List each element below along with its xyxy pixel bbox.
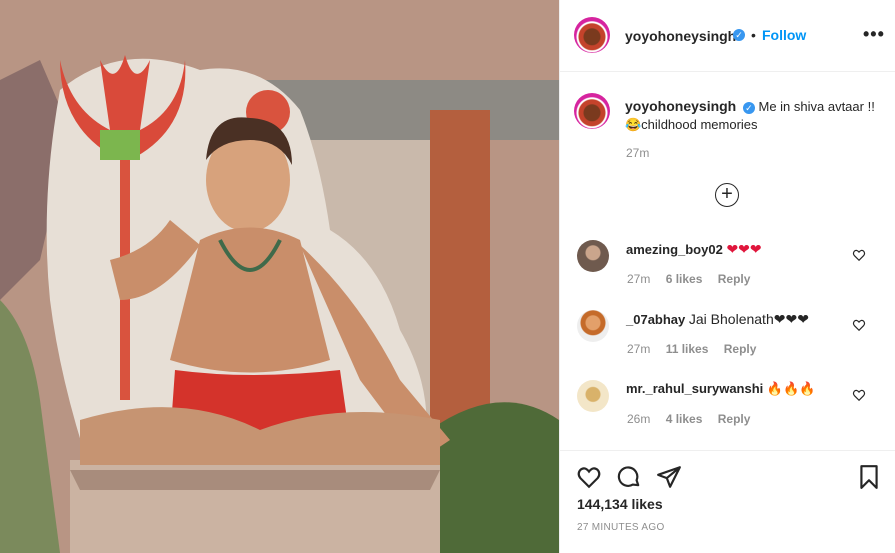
commenter-avatar[interactable] [577, 240, 609, 272]
follow-button[interactable]: Follow [762, 27, 806, 43]
separator-dot: • [751, 27, 756, 43]
comment-item: _07abhay Jai Bholenath❤❤❤ 27m 11 likes R… [560, 310, 895, 370]
caption-username[interactable]: yoyohoneysingh [625, 98, 736, 114]
likes-count[interactable]: 144,134 likes [577, 496, 663, 512]
caption-verified-badge-icon: ✓ [742, 101, 755, 114]
caption-avatar[interactable] [574, 93, 610, 129]
post-sidebar: yoyohoneysingh ✓ • Follow ••• yoyohoneys… [559, 0, 895, 553]
add-circle-icon[interactable]: + [715, 183, 739, 207]
comment-meta: 27m 6 likes Reply [627, 272, 762, 286]
caption-timestamp[interactable]: 27m [626, 146, 649, 160]
comment-time[interactable]: 27m [627, 342, 650, 356]
post-photo[interactable] [0, 0, 559, 553]
comment-time[interactable]: 26m [627, 412, 650, 426]
comment-item: mr._rahul_surywanshi 🔥🔥🔥 26m 4 likes Rep… [560, 380, 895, 440]
author-avatar[interactable] [574, 17, 610, 53]
reply-button[interactable]: Reply [724, 342, 757, 356]
comment-likes[interactable]: 6 likes [666, 272, 703, 286]
commenter-username[interactable]: mr._rahul_surywanshi [626, 381, 763, 396]
post-actions: 144,134 likes 27 MINUTES AGO [560, 450, 895, 553]
comment-meta: 27m 11 likes Reply [627, 342, 768, 356]
comment-icon[interactable] [616, 464, 642, 490]
comment-time[interactable]: 27m [627, 272, 650, 286]
comment-body: ❤❤❤ [726, 241, 762, 257]
comment-likes[interactable]: 4 likes [666, 412, 703, 426]
comment-body: 🔥🔥🔥 [766, 381, 816, 396]
share-icon[interactable] [656, 464, 682, 490]
author-username[interactable]: yoyohoneysingh [625, 28, 736, 44]
commenter-avatar[interactable] [577, 310, 609, 342]
commenter-username[interactable]: _07abhay [626, 312, 685, 327]
comment-likes[interactable]: 11 likes [666, 342, 709, 356]
heart-icon[interactable] [576, 464, 602, 490]
reply-button[interactable]: Reply [718, 272, 751, 286]
comment-body: Jai Bholenath❤❤❤ [688, 311, 809, 327]
reply-button[interactable]: Reply [718, 412, 751, 426]
comment-heart-icon[interactable] [852, 318, 866, 332]
comment-meta: 26m 4 likes Reply [627, 412, 762, 426]
comment-text: _07abhay Jai Bholenath❤❤❤ [626, 310, 809, 329]
bookmark-icon[interactable] [856, 464, 882, 490]
post-timestamp[interactable]: 27 MINUTES AGO [577, 522, 665, 533]
comment-text: mr._rahul_surywanshi 🔥🔥🔥 [626, 380, 815, 398]
caption-text-block: yoyohoneysingh ✓ Me in shiva avtaar !! 😂… [625, 97, 880, 134]
more-options-icon[interactable]: ••• [863, 24, 885, 45]
comment-item: amezing_boy02 ❤❤❤ 27m 6 likes Reply [560, 240, 895, 300]
commenter-avatar[interactable] [577, 380, 609, 412]
comment-heart-icon[interactable] [852, 248, 866, 262]
post-header: yoyohoneysingh ✓ • Follow ••• [560, 0, 895, 72]
verified-badge-icon: ✓ [733, 29, 745, 41]
commenter-username[interactable]: amezing_boy02 [626, 242, 723, 257]
comment-text: amezing_boy02 ❤❤❤ [626, 240, 762, 259]
photo-illustration [0, 0, 559, 553]
comment-heart-icon[interactable] [852, 388, 866, 402]
